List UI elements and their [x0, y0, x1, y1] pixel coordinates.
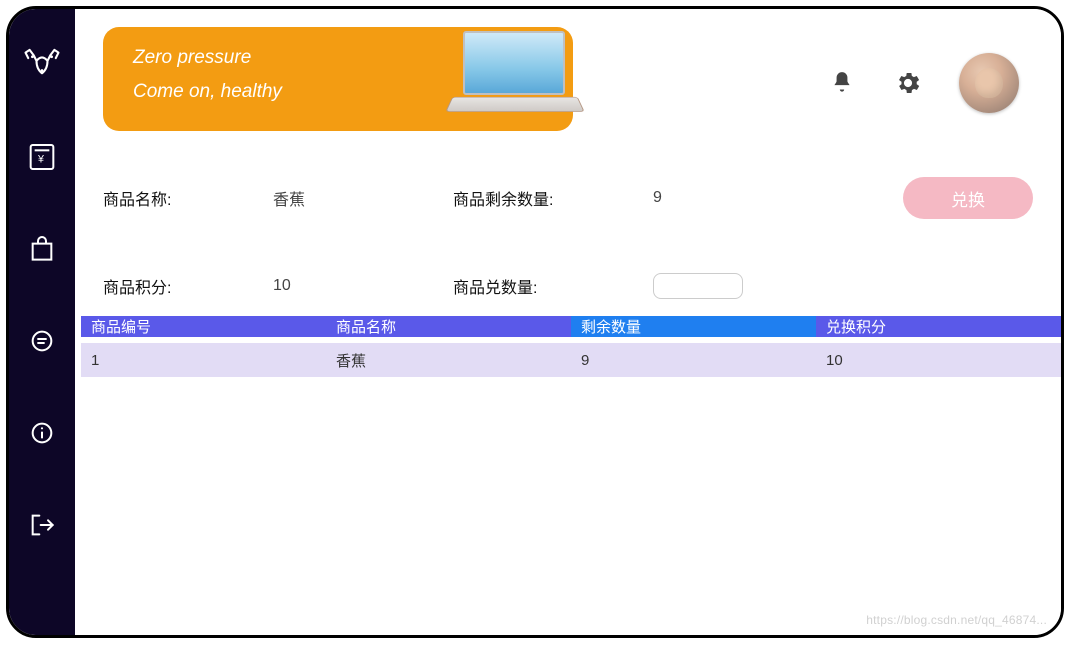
table-header: 商品编号 商品名称 剩余数量 兑换积分	[81, 309, 1061, 343]
top-row: Zero pressure Come on, healthy	[75, 9, 1061, 141]
remain-label: 商品剩余数量:	[453, 186, 653, 210]
banner-line2: Come on, healthy	[133, 81, 453, 103]
promo-banner: Zero pressure Come on, healthy	[103, 27, 573, 131]
cell-points: 10	[816, 352, 1061, 369]
table-row[interactable]: 1 香蕉 9 10	[81, 343, 1061, 377]
gear-icon[interactable]	[893, 68, 923, 98]
points-value: 10	[273, 277, 453, 295]
product-table: 商品编号 商品名称 剩余数量 兑换积分 1 香蕉 9 10	[81, 309, 1061, 377]
product-form: 商品名称: 香蕉 商品剩余数量: 9 兑换 商品积分: 10 商品兑数量:	[75, 141, 1061, 309]
app-window: ¥	[6, 6, 1064, 638]
col-name: 商品名称	[326, 316, 571, 337]
sidebar: ¥	[9, 9, 75, 635]
watermark: https://blog.csdn.net/qq_46874...	[866, 613, 1047, 627]
info-icon[interactable]	[18, 409, 66, 457]
col-remain: 剩余数量	[571, 316, 816, 337]
avatar[interactable]	[959, 53, 1019, 113]
cell-id: 1	[81, 352, 326, 369]
chat-icon[interactable]	[18, 317, 66, 365]
cell-remain: 9	[571, 352, 816, 369]
calculator-icon[interactable]: ¥	[18, 133, 66, 181]
col-points: 兑换积分	[816, 316, 1061, 337]
points-label: 商品积分:	[103, 274, 273, 298]
product-name-label: 商品名称:	[103, 186, 273, 210]
product-name-value: 香蕉	[273, 186, 453, 210]
bag-icon[interactable]	[18, 225, 66, 273]
exchange-qty-input-wrap	[653, 273, 853, 299]
svg-text:¥: ¥	[37, 153, 44, 165]
fitness-icon[interactable]	[18, 41, 66, 89]
remain-value: 9	[653, 189, 853, 207]
main-content: Zero pressure Come on, healthy	[75, 9, 1061, 635]
topbar-actions	[827, 27, 1033, 113]
col-id: 商品编号	[81, 316, 326, 337]
exchange-button[interactable]: 兑换	[903, 177, 1033, 219]
banner-line1: Zero pressure	[133, 47, 453, 69]
cell-name: 香蕉	[326, 350, 571, 371]
laptop-image	[449, 31, 579, 121]
bell-icon[interactable]	[827, 68, 857, 98]
exit-icon[interactable]	[18, 501, 66, 549]
exchange-qty-label: 商品兑数量:	[453, 274, 653, 298]
exchange-qty-input[interactable]	[653, 273, 743, 299]
